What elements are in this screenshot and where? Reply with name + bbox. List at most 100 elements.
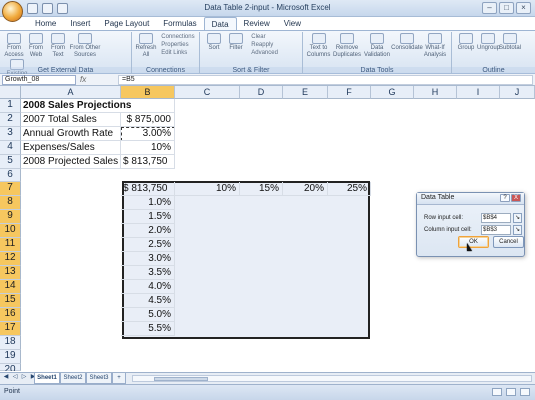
cell-b15[interactable]: 4.5% [121, 294, 175, 308]
cell-a5[interactable]: 2008 Projected Sales [21, 155, 121, 169]
remove-duplicates-button[interactable]: Remove Duplicates [331, 33, 363, 59]
name-box[interactable]: Growth_08 [2, 75, 76, 85]
cell-b4[interactable]: 10% [121, 141, 175, 155]
help-icon[interactable]: ? [500, 194, 510, 202]
row-header[interactable]: 13 [0, 266, 21, 280]
row-header[interactable]: 7 [0, 182, 21, 196]
row-header[interactable]: 20 [0, 364, 21, 371]
column-header-c[interactable]: C [175, 86, 240, 99]
properties-button[interactable]: Properties [161, 41, 194, 49]
tab-view[interactable]: View [277, 17, 308, 31]
close-icon[interactable]: × [516, 2, 531, 14]
column-header-g[interactable]: G [371, 86, 414, 99]
row-header[interactable]: 10 [0, 224, 21, 238]
cell-a2[interactable]: 2007 Total Sales [21, 113, 121, 127]
cell-a3[interactable]: Annual Growth Rate [21, 127, 121, 141]
row-header[interactable]: 18 [0, 336, 21, 350]
from-other-sources-button[interactable]: From Other Sources [69, 33, 101, 59]
tab-formulas[interactable]: Formulas [156, 17, 203, 31]
cell-b10[interactable]: 2.0% [121, 224, 175, 238]
scroll-thumb[interactable] [154, 377, 208, 381]
next-sheet-icon[interactable]: ▷ [20, 374, 28, 382]
cell-b2[interactable]: $ 875,000 [121, 113, 175, 127]
sheet-tab-sheet3[interactable]: Sheet3 [86, 373, 112, 384]
row-header[interactable]: 6 [0, 169, 21, 182]
column-header-h[interactable]: H [414, 86, 457, 99]
clear-button[interactable]: Clear [251, 33, 278, 41]
sheet-tab-sheet1[interactable]: Sheet1 [34, 373, 60, 384]
ungroup-button[interactable]: Ungroup [477, 33, 500, 52]
from-access-button[interactable]: From Access [3, 33, 25, 59]
data-validation-button[interactable]: Data Validation [363, 33, 391, 59]
cancel-button[interactable]: Cancel [493, 236, 524, 248]
row-header[interactable]: 3 [0, 127, 21, 141]
tab-page-layout[interactable]: Page Layout [97, 17, 156, 31]
edit-links-button[interactable]: Edit Links [161, 49, 194, 57]
column-header-b[interactable]: B [121, 86, 175, 99]
insert-sheet-icon[interactable]: + [112, 373, 126, 384]
select-all-corner[interactable] [0, 86, 21, 99]
column-header-e[interactable]: E [283, 86, 328, 99]
advanced-button[interactable]: Advanced [251, 49, 278, 57]
column-header-a[interactable]: A [21, 86, 121, 99]
from-web-button[interactable]: From Web [25, 33, 47, 59]
column-header-d[interactable]: D [240, 86, 283, 99]
refresh-all-button[interactable]: Refresh All [135, 33, 157, 59]
row-header[interactable]: 5 [0, 155, 21, 169]
cell-b16[interactable]: 5.0% [121, 308, 175, 322]
connections-button[interactable]: Connections [161, 33, 194, 41]
cell-b3[interactable]: 3.00% [121, 127, 175, 141]
text-to-columns-button[interactable]: Text to Columns [306, 33, 331, 59]
row-header[interactable]: 17 [0, 322, 21, 336]
group-button[interactable]: Group [455, 33, 477, 52]
what-if-analysis-button[interactable]: What-If Analysis [423, 33, 447, 59]
cell-b11[interactable]: 2.5% [121, 238, 175, 252]
cell-e7[interactable]: 20% [283, 182, 328, 196]
tab-insert[interactable]: Insert [63, 17, 97, 31]
cell-picker-icon[interactable]: ↘ [513, 225, 522, 235]
fx-icon[interactable]: fx [80, 75, 115, 84]
from-text-button[interactable]: From Text [47, 33, 69, 59]
column-header-j[interactable]: J [500, 86, 535, 99]
row-header[interactable]: 4 [0, 141, 21, 155]
sort-button[interactable]: Sort [203, 33, 225, 52]
row-header[interactable]: 8 [0, 196, 21, 210]
restore-icon[interactable]: □ [499, 2, 514, 14]
cell-b7[interactable]: $ 813,750 [121, 182, 175, 196]
office-button[interactable] [2, 1, 23, 22]
row-input-field[interactable]: $B$4 [481, 213, 511, 223]
column-header-i[interactable]: I [457, 86, 500, 99]
cell-b12[interactable]: 3.0% [121, 252, 175, 266]
cell-f7[interactable]: 25% [328, 182, 371, 196]
page-break-view-icon[interactable] [520, 388, 530, 396]
subtotal-button[interactable]: Subtotal [499, 33, 521, 52]
cell-b14[interactable]: 4.0% [121, 280, 175, 294]
row-header[interactable]: 12 [0, 252, 21, 266]
tab-home[interactable]: Home [28, 17, 63, 31]
column-header-f[interactable]: F [328, 86, 371, 99]
reapply-button[interactable]: Reapply [251, 41, 278, 49]
minimize-icon[interactable]: – [482, 2, 497, 14]
cell-picker-icon[interactable]: ↘ [513, 213, 522, 223]
row-header[interactable]: 2 [0, 113, 21, 127]
row-header[interactable]: 19 [0, 350, 21, 364]
row-header[interactable]: 9 [0, 210, 21, 224]
cell-b13[interactable]: 3.5% [121, 266, 175, 280]
cell-b8[interactable]: 1.0% [121, 196, 175, 210]
first-sheet-icon[interactable]: ◀ [2, 374, 10, 382]
page-layout-view-icon[interactable] [506, 388, 516, 396]
row-header[interactable]: 11 [0, 238, 21, 252]
tab-review[interactable]: Review [237, 17, 277, 31]
filter-button[interactable]: Filter [225, 33, 247, 52]
sheet-tab-sheet2[interactable]: Sheet2 [60, 373, 86, 384]
row-header[interactable]: 15 [0, 294, 21, 308]
cell-b5[interactable]: $ 813,750 [121, 155, 175, 169]
row-header[interactable]: 16 [0, 308, 21, 322]
cell-a4[interactable]: Expenses/Sales [21, 141, 121, 155]
previous-sheet-icon[interactable]: ◁ [11, 374, 19, 382]
close-icon[interactable]: X [511, 194, 521, 202]
cell-c7[interactable]: 10% [175, 182, 240, 196]
cell-b9[interactable]: 1.5% [121, 210, 175, 224]
normal-view-icon[interactable] [492, 388, 502, 396]
cell-a1[interactable]: 2008 Sales Projections [21, 99, 175, 113]
